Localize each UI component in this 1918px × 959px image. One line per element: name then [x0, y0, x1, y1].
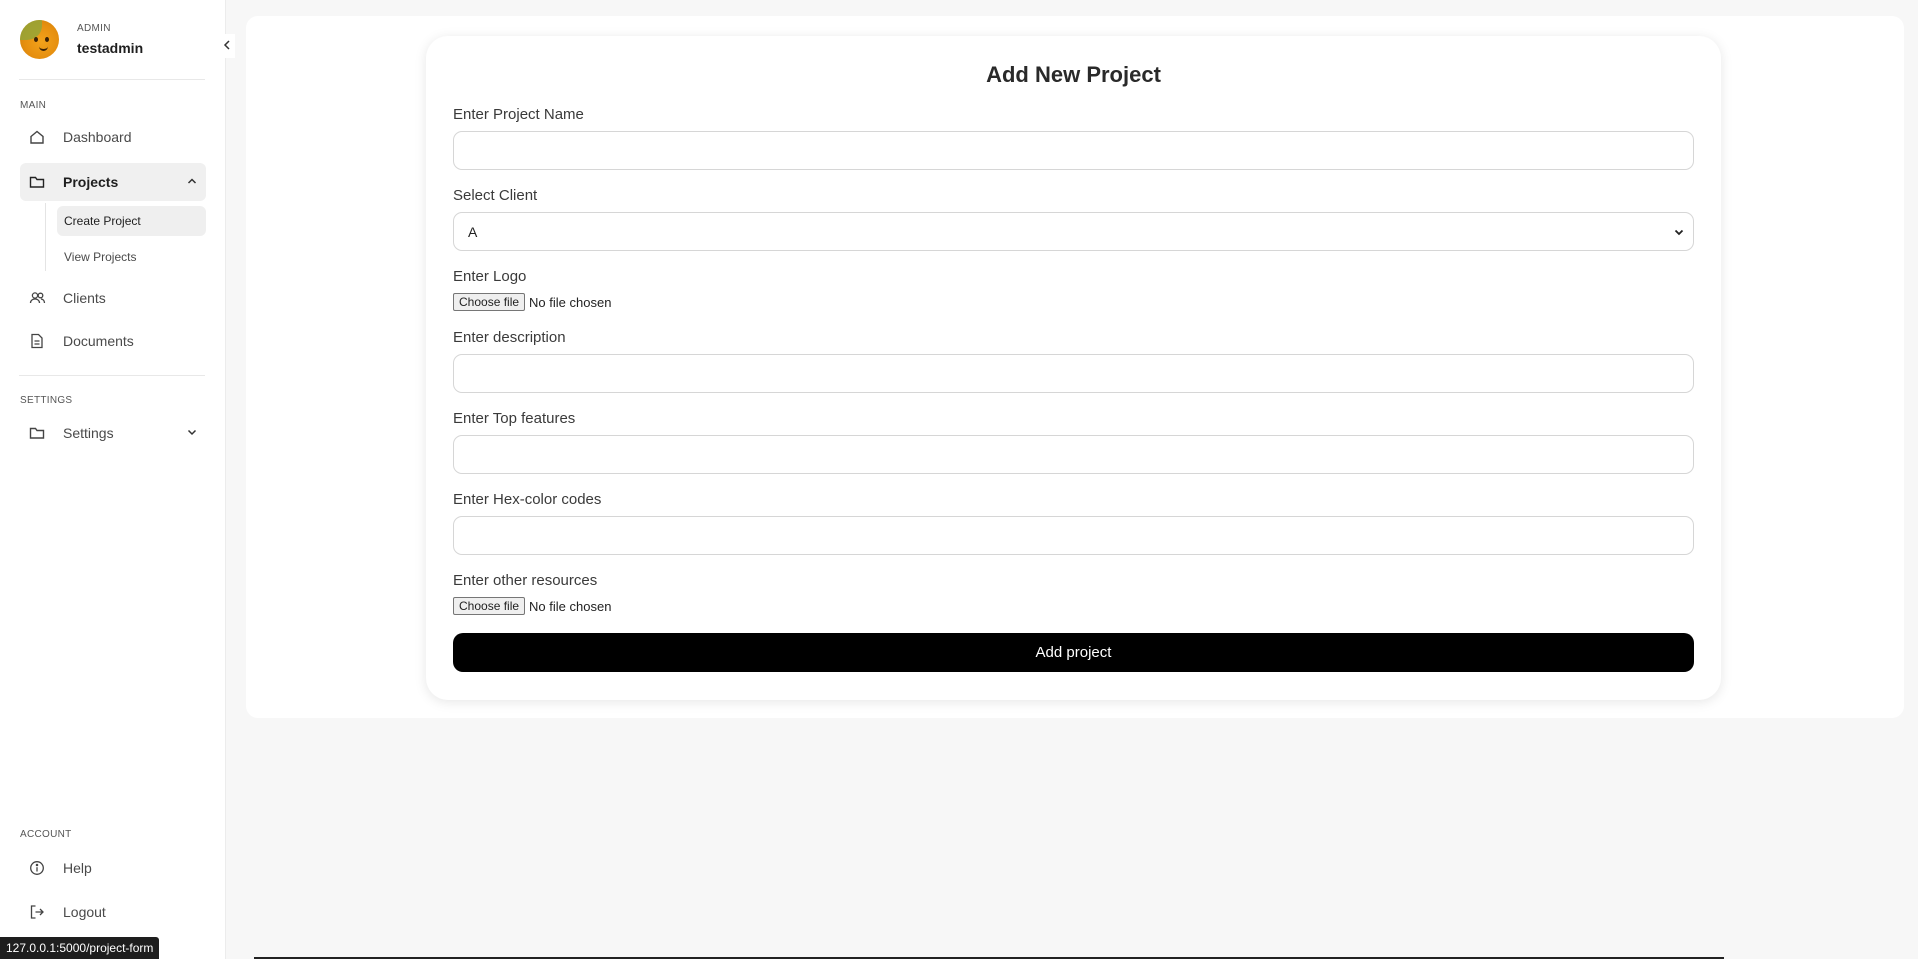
- logo-file-status: No file chosen: [529, 294, 612, 310]
- add-project-form: Add New Project Enter Project Name Selec…: [426, 36, 1721, 700]
- user-profile[interactable]: ADMIN testadmin: [20, 20, 143, 59]
- users-icon: [28, 289, 46, 307]
- sidebar-item-label: Help: [63, 860, 92, 876]
- sidebar-item-settings[interactable]: Settings: [20, 414, 206, 452]
- sidebar-item-documents[interactable]: Documents: [20, 322, 206, 360]
- home-icon: [28, 128, 46, 146]
- sidebar-item-label: Settings: [63, 425, 114, 441]
- hex-colors-input[interactable]: [453, 516, 1694, 555]
- resources-choose-file-button[interactable]: Choose file: [453, 597, 526, 615]
- resources-file-input: Choose file No file chosen: [453, 597, 611, 615]
- sidebar-item-label: Dashboard: [63, 129, 132, 145]
- sidebar-subitem-view-projects[interactable]: View Projects: [57, 242, 206, 272]
- divider: [19, 375, 205, 376]
- status-bar-url: 127.0.0.1:5000/project-form: [0, 937, 160, 959]
- sidebar-item-help[interactable]: Help: [20, 849, 206, 887]
- logo-file-input: Choose file No file chosen: [453, 293, 611, 311]
- other-resources-label: Enter other resources: [453, 572, 598, 589]
- sidebar-item-logout[interactable]: Logout: [20, 893, 206, 931]
- chevron-left-icon: [222, 38, 232, 54]
- page-title: Add New Project: [986, 62, 1161, 87]
- top-features-label: Enter Top features: [453, 410, 576, 427]
- chevron-up-icon: [186, 174, 198, 190]
- divider: [19, 79, 205, 80]
- resources-file-status: No file chosen: [529, 598, 612, 614]
- description-input[interactable]: [453, 354, 1694, 393]
- top-features-input[interactable]: [453, 435, 1694, 474]
- sidebar-item-dashboard[interactable]: Dashboard: [20, 118, 206, 156]
- sidebar-item-projects[interactable]: Projects: [20, 163, 206, 201]
- logout-icon: [28, 903, 46, 921]
- collapse-sidebar-button[interactable]: [219, 34, 235, 58]
- project-name-input[interactable]: [453, 131, 1694, 170]
- document-icon: [28, 332, 46, 350]
- add-project-button[interactable]: Add project: [453, 633, 1694, 672]
- sidebar-item-label: Clients: [63, 290, 106, 306]
- info-icon: [28, 859, 46, 877]
- project-name-label: Enter Project Name: [453, 106, 584, 123]
- sidebar-item-clients[interactable]: Clients: [20, 279, 206, 317]
- chevron-down-icon: [1673, 225, 1685, 241]
- folder-icon: [28, 424, 46, 442]
- sidebar-item-label: Documents: [63, 333, 134, 349]
- sidebar-item-label: Logout: [63, 904, 106, 920]
- client-label: Select Client: [453, 187, 538, 204]
- user-role: ADMIN: [77, 23, 111, 34]
- section-label-main: MAIN: [20, 100, 47, 111]
- logo-label: Enter Logo: [453, 268, 527, 285]
- sidebar-subitem-create-project[interactable]: Create Project: [57, 206, 206, 236]
- avatar: [20, 20, 59, 59]
- logo-choose-file-button[interactable]: Choose file: [453, 293, 526, 311]
- sidebar-item-label: Projects: [63, 174, 119, 190]
- client-selected-value: A: [468, 223, 478, 240]
- section-label-account: ACCOUNT: [20, 829, 72, 840]
- submenu-rail: [45, 203, 46, 271]
- folder-icon: [28, 173, 46, 191]
- client-select[interactable]: A: [453, 212, 1694, 251]
- chevron-down-icon: [186, 425, 198, 441]
- section-label-settings: SETTINGS: [20, 395, 73, 406]
- hex-colors-label: Enter Hex-color codes: [453, 491, 602, 508]
- user-name: testadmin: [77, 40, 144, 56]
- description-label: Enter description: [453, 329, 566, 346]
- sidebar: ADMIN testadmin MAIN Dashboard Projects …: [0, 0, 226, 959]
